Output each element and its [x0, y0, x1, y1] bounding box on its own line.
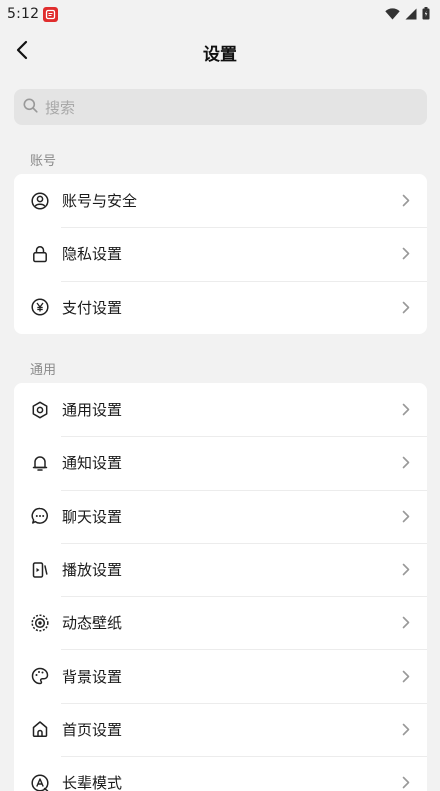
- status-left: 5:12: [7, 6, 59, 22]
- status-right: [385, 5, 430, 24]
- settings-item-notification[interactable]: 通知设置: [14, 436, 427, 489]
- battery-icon: [422, 5, 430, 24]
- settings-item-label: 播放设置: [62, 561, 123, 580]
- chevron-right-icon: [401, 563, 411, 577]
- bell-icon: [30, 453, 50, 473]
- news-app-icon: [43, 6, 59, 22]
- account-settings-card: 账号与安全 隐私设置 支付设置: [14, 174, 427, 334]
- palette-icon: [30, 666, 50, 686]
- settings-item-dynamic-wallpaper[interactable]: 动态壁纸: [14, 596, 427, 649]
- settings-item-homepage[interactable]: 首页设置: [14, 702, 427, 756]
- page-title: 设置: [203, 45, 237, 65]
- chat-bubble-icon: [30, 506, 50, 526]
- chevron-right-icon: [401, 509, 411, 523]
- settings-item-account-security[interactable]: 账号与安全: [14, 174, 427, 227]
- settings-item-general[interactable]: 通用设置: [14, 383, 427, 436]
- chevron-right-icon: [401, 300, 411, 314]
- search-icon: [23, 98, 38, 117]
- settings-item-label: 动态壁纸: [62, 614, 123, 633]
- elder-mode-icon: [30, 773, 50, 791]
- settings-item-label: 首页设置: [62, 720, 123, 739]
- header: 设置: [0, 28, 440, 76]
- settings-item-label: 通用设置: [62, 401, 123, 420]
- search-input[interactable]: 搜索: [14, 89, 427, 125]
- status-time: 5:12: [7, 6, 40, 22]
- settings-item-payment[interactable]: 支付设置: [14, 280, 427, 334]
- wifi-icon: [385, 5, 400, 24]
- dynamic-wallpaper-icon: [30, 613, 50, 633]
- play-device-icon: [30, 560, 50, 580]
- lock-icon: [30, 244, 50, 264]
- settings-item-label: 通知设置: [62, 454, 123, 473]
- settings-item-label: 账号与安全: [62, 192, 138, 211]
- settings-item-label: 支付设置: [62, 298, 123, 317]
- settings-item-privacy[interactable]: 隐私设置: [14, 227, 427, 280]
- chevron-right-icon: [401, 776, 411, 790]
- chevron-right-icon: [401, 403, 411, 417]
- settings-item-label: 背景设置: [62, 667, 123, 686]
- section-label-account: 账号: [30, 154, 57, 169]
- home-icon: [30, 719, 50, 739]
- section-label-general: 通用: [30, 363, 57, 378]
- settings-item-label: 隐私设置: [62, 245, 123, 264]
- settings-item-label: 聊天设置: [62, 507, 123, 526]
- signal-icon: [405, 5, 417, 24]
- chevron-right-icon: [401, 722, 411, 736]
- chevron-right-icon: [401, 669, 411, 683]
- user-circle-icon: [30, 191, 50, 211]
- chevron-right-icon: [401, 616, 411, 630]
- status-bar: 5:12: [0, 0, 440, 28]
- yen-circle-icon: [30, 297, 50, 317]
- chevron-right-icon: [401, 456, 411, 470]
- settings-item-chat[interactable]: 聊天设置: [14, 489, 427, 543]
- settings-item-playback[interactable]: 播放设置: [14, 542, 427, 596]
- settings-item-label: 长辈模式: [62, 774, 123, 791]
- gear-icon: [30, 400, 50, 420]
- general-settings-card: 通用设置 通知设置 聊天设置 播放设置 动态壁纸 背景设置 首页设置 长辈模式: [14, 383, 427, 791]
- chevron-right-icon: [401, 194, 411, 208]
- search-placeholder: 搜索: [45, 98, 76, 117]
- settings-item-elder-mode[interactable]: 长辈模式: [14, 756, 427, 791]
- chevron-right-icon: [401, 247, 411, 261]
- settings-item-background[interactable]: 背景设置: [14, 649, 427, 702]
